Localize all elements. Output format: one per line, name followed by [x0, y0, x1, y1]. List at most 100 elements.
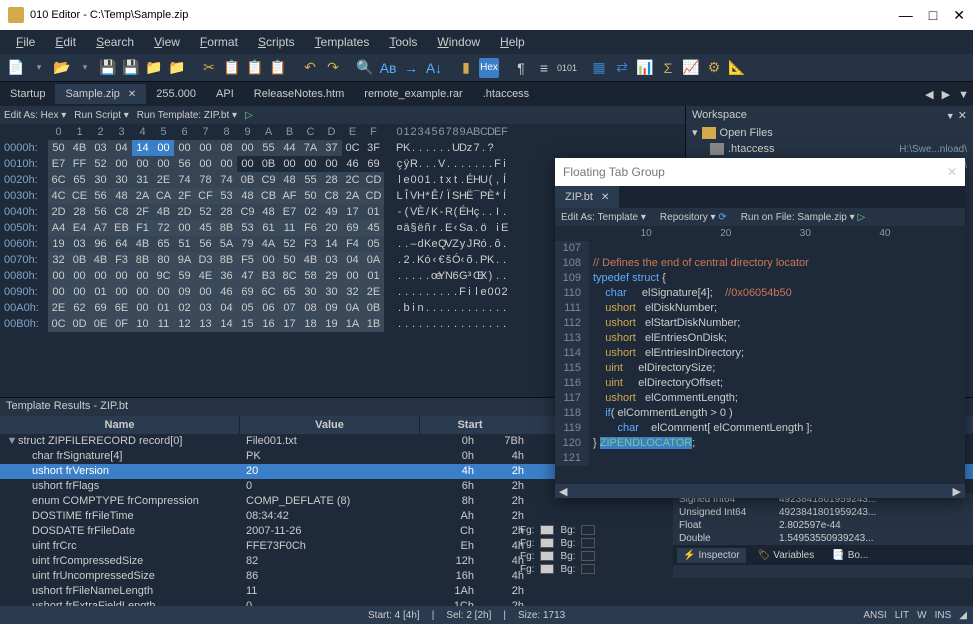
close-icon[interactable]: ✕: [947, 165, 957, 179]
tab-releasenotes-htm[interactable]: ReleaseNotes.htm: [244, 84, 355, 104]
inspector-panel: Signed Int644923841801959243...Unsigned …: [673, 493, 973, 578]
close-icon[interactable]: ✕: [128, 89, 136, 100]
menu-view[interactable]: View: [146, 33, 188, 51]
hex-row[interactable]: 0000h:504B030414000000080055447A370C3FPK…: [0, 140, 685, 156]
new-icon[interactable]: 📄: [6, 58, 26, 78]
status-w[interactable]: W: [917, 610, 926, 621]
menu-edit[interactable]: Edit: [47, 33, 84, 51]
color-swatches: Fg:Bg: Fg:Bg: Fg:Bg: Fg:Bg:: [520, 524, 670, 576]
close-icon[interactable]: ✕: [958, 110, 967, 122]
template-row[interactable]: ushort frFileNameLength111Ah2h: [0, 584, 973, 599]
hex-ruler: 0123456789ABCDEF 0123456789ABCDEF: [0, 124, 685, 140]
tree-node-open-files[interactable]: ▾ Open Files: [686, 124, 973, 141]
run-template-dropdown[interactable]: Run Template: ZIP.bt ▾: [137, 110, 237, 121]
code-ruler: 10 20 30 40: [555, 226, 965, 241]
redo-icon[interactable]: ↷: [323, 58, 343, 78]
edit-as-dropdown[interactable]: Edit As: Template ▾: [561, 212, 646, 223]
checksum-icon[interactable]: Σ: [658, 58, 678, 78]
repository-dropdown[interactable]: Repository ▾ ⟳: [660, 212, 727, 223]
folder-icon[interactable]: 📁: [144, 58, 164, 78]
menu-search[interactable]: Search: [88, 33, 142, 51]
undo-icon[interactable]: ↶: [300, 58, 320, 78]
scroll-right-icon[interactable]: ▶: [953, 485, 961, 498]
find-icon[interactable]: Aʙ: [378, 58, 398, 78]
close-button[interactable]: ✕: [953, 7, 965, 24]
chevron-right-icon[interactable]: ▶: [938, 89, 954, 101]
compare-icon[interactable]: ⇄: [612, 58, 632, 78]
chevron-left-icon[interactable]: ◀: [921, 89, 937, 101]
bg-swatch[interactable]: [581, 525, 595, 535]
binary-icon[interactable]: 0101: [557, 58, 577, 78]
fg-swatch[interactable]: [540, 525, 554, 535]
cut-icon[interactable]: ✂: [199, 58, 219, 78]
bg-swatch[interactable]: [581, 538, 595, 548]
menu-format[interactable]: Format: [192, 33, 246, 51]
minimize-button[interactable]: —: [899, 7, 913, 24]
fg-swatch[interactable]: [540, 564, 554, 574]
dropdown-icon[interactable]: ▼: [954, 89, 973, 101]
run-button[interactable]: ▷: [245, 110, 253, 121]
template-row[interactable]: ushort frExtraFieldLength01Ch2h: [0, 599, 973, 606]
run-on-file-dropdown[interactable]: Run on File: Sample.zip ▾ ▷: [741, 212, 865, 223]
edit-as-dropdown[interactable]: Edit As: Hex ▾: [4, 110, 66, 121]
column-start[interactable]: Start: [420, 416, 520, 434]
paste-icon[interactable]: 📋: [268, 58, 288, 78]
status-ansi[interactable]: ANSI: [863, 610, 886, 621]
tab-255-000[interactable]: 255.000: [146, 84, 206, 104]
paste-icon[interactable]: 📋: [245, 58, 265, 78]
chart-icon[interactable]: 📈: [681, 58, 701, 78]
tab-sample-zip[interactable]: Sample.zip✕: [55, 84, 146, 104]
tab-startup[interactable]: Startup: [0, 84, 55, 104]
save-icon[interactable]: 💾: [98, 58, 118, 78]
status-sel: Sel: 2 [2h]: [446, 610, 491, 621]
menu-scripts[interactable]: Scripts: [250, 33, 303, 51]
run-script-dropdown[interactable]: Run Script ▾: [74, 110, 129, 121]
tab-remote-example-rar[interactable]: remote_example.rar: [354, 84, 472, 104]
folder-icon[interactable]: 📁: [167, 58, 187, 78]
chevron-down-icon[interactable]: ▾: [75, 58, 95, 78]
open-icon[interactable]: 📂: [52, 58, 72, 78]
copy-icon[interactable]: 📋: [222, 58, 242, 78]
scroll-left-icon[interactable]: ◀: [559, 485, 567, 498]
menu-file[interactable]: File: [8, 33, 43, 51]
save-all-icon[interactable]: 💾: [121, 58, 141, 78]
chevron-down-icon[interactable]: ▾: [29, 58, 49, 78]
hex-badge[interactable]: Hex: [479, 58, 499, 78]
histogram-icon[interactable]: 📊: [635, 58, 655, 78]
calc-icon[interactable]: ▦: [589, 58, 609, 78]
replace-icon[interactable]: A↓: [424, 58, 444, 78]
highlight-icon[interactable]: ▮: [456, 58, 476, 78]
find-icon[interactable]: 🔍: [355, 58, 375, 78]
goto-icon[interactable]: →: [401, 58, 421, 78]
menu-window[interactable]: Window: [429, 33, 488, 51]
menu-tools[interactable]: Tools: [381, 33, 425, 51]
fg-swatch[interactable]: [540, 551, 554, 561]
column-name[interactable]: Name: [0, 416, 240, 434]
horizontal-scrollbar[interactable]: ◀ ▶: [555, 484, 965, 498]
tree-file-item[interactable]: .htaccessH:\Swe...nload\: [686, 141, 973, 157]
column-value[interactable]: Value: [240, 416, 420, 434]
dropdown-icon[interactable]: ▼: [946, 111, 955, 121]
tab--htaccess[interactable]: .htaccess: [473, 84, 539, 104]
maximize-button[interactable]: □: [929, 7, 937, 24]
lines-icon[interactable]: ≡: [534, 58, 554, 78]
tool-icon[interactable]: 📐: [727, 58, 747, 78]
status-lit[interactable]: LIT: [895, 610, 909, 621]
fg-swatch[interactable]: [540, 538, 554, 548]
bookmarks-tab[interactable]: 📑Bo...: [826, 548, 874, 563]
tab-api[interactable]: API: [206, 84, 244, 104]
code-editor[interactable]: 107108// Defines the end of central dire…: [555, 241, 965, 484]
resize-grip-icon[interactable]: ◢: [959, 610, 967, 621]
menu-templates[interactable]: Templates: [307, 33, 378, 51]
tab-zip-bt[interactable]: ZIP.bt✕: [555, 186, 619, 208]
align-icon[interactable]: ¶: [511, 58, 531, 78]
inspector-tab[interactable]: ⚡Inspector: [677, 548, 746, 563]
status-ins[interactable]: INS: [935, 610, 952, 621]
tool-icon[interactable]: ⚙: [704, 58, 724, 78]
bg-swatch[interactable]: [581, 551, 595, 561]
bg-swatch[interactable]: [581, 564, 595, 574]
variables-tab[interactable]: 🏷Variables: [752, 548, 821, 563]
menu-help[interactable]: Help: [492, 33, 533, 51]
close-icon[interactable]: ✕: [601, 192, 609, 203]
folder-icon: [702, 127, 716, 139]
